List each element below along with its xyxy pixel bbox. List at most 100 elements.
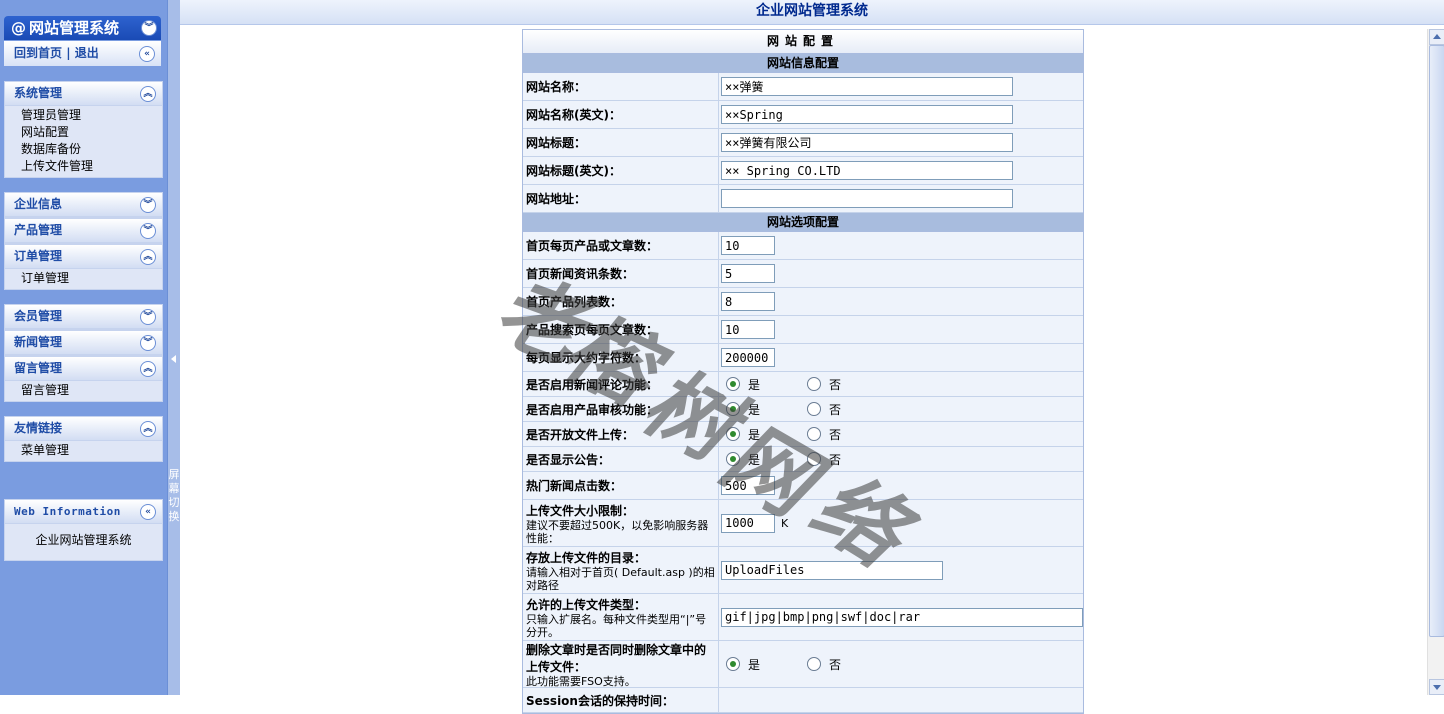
panel-header[interactable]: 企业信息 ︾ bbox=[5, 193, 162, 217]
separator: | bbox=[66, 46, 71, 60]
sidebar-item-admin[interactable]: 管理员管理 bbox=[5, 107, 162, 124]
radio-no[interactable] bbox=[807, 657, 822, 671]
radio-yes[interactable] bbox=[726, 657, 740, 671]
field-note: 此功能需要FSO支持。 bbox=[526, 674, 636, 688]
section-site-options: 网站选项配置 bbox=[523, 213, 1083, 232]
scroll-up-icon[interactable] bbox=[1429, 29, 1444, 45]
hot-clicks-input[interactable] bbox=[721, 476, 775, 495]
collapse-left-icon[interactable]: « bbox=[139, 46, 155, 62]
radio-label: 是 bbox=[748, 657, 761, 672]
field-note: 只输入扩展名。每种文件类型用“|”号分开。 bbox=[526, 612, 707, 639]
chevron-down-icon[interactable]: ︾ bbox=[140, 197, 156, 213]
chevron-down-icon[interactable]: ︾ bbox=[140, 309, 156, 325]
panel-company: 企业信息 ︾ bbox=[4, 192, 163, 218]
home-news-input[interactable] bbox=[721, 264, 775, 283]
row-site-title: 网站标题： bbox=[523, 129, 1083, 157]
radio-label: 是 bbox=[748, 452, 761, 467]
sidebar-item-messages[interactable]: 留言管理 bbox=[5, 382, 162, 399]
field-label: 网站名称(英文)： bbox=[526, 108, 621, 122]
chevron-down-icon[interactable]: ︾ bbox=[141, 20, 157, 36]
sidebar-item-site-config[interactable]: 网站配置 bbox=[5, 124, 162, 141]
panel-header[interactable]: 产品管理 ︾ bbox=[5, 219, 162, 243]
collapse-left-icon[interactable]: « bbox=[140, 504, 156, 520]
scroll-down-icon[interactable] bbox=[1429, 679, 1444, 695]
row-session: Session会话的保持时间： bbox=[523, 688, 1083, 713]
logout-link[interactable]: 退出 bbox=[75, 46, 99, 60]
field-label: 允许的上传文件类型： bbox=[526, 597, 647, 612]
site-name-input[interactable] bbox=[721, 77, 1013, 96]
radio-no[interactable] bbox=[807, 452, 822, 466]
home-products-input[interactable] bbox=[721, 292, 775, 311]
radio-no[interactable] bbox=[807, 427, 822, 441]
radio-label: 是 bbox=[748, 402, 761, 417]
chevron-down-icon[interactable]: ︾ bbox=[140, 223, 156, 239]
site-name-en-input[interactable] bbox=[721, 105, 1013, 124]
radio-label: 否 bbox=[829, 402, 842, 417]
chevron-up-icon[interactable]: ︽ bbox=[140, 361, 156, 377]
max-chars-input[interactable] bbox=[721, 348, 775, 367]
radio-label: 否 bbox=[829, 427, 842, 442]
site-config-form: 网站配置 网站信息配置 网站名称： 网站名称(英文)： 网站标题： 网站标题(英… bbox=[522, 29, 1084, 714]
upload-dir-input[interactable] bbox=[721, 560, 943, 580]
field-label: 每页显示大约字符数： bbox=[526, 351, 647, 365]
search-items-input[interactable] bbox=[721, 320, 775, 339]
system-title: @ 网站管理系统 ︾ bbox=[4, 16, 161, 40]
field-label: 是否启用新闻评论功能： bbox=[526, 377, 659, 392]
panel-header[interactable]: 新闻管理 ︾ bbox=[5, 331, 162, 355]
arrow-left-icon[interactable] bbox=[171, 355, 176, 363]
panel-header[interactable]: 系统管理 ︽ bbox=[5, 82, 162, 106]
upload-limit-input[interactable] bbox=[721, 513, 775, 533]
panel-web-info: Web Information « 企业网站管理系统 bbox=[4, 499, 163, 561]
scroll-thumb[interactable] bbox=[1429, 45, 1444, 637]
home-items-input[interactable] bbox=[721, 236, 775, 255]
radio-no[interactable] bbox=[807, 402, 822, 416]
sidebar-item-db-backup[interactable]: 数据库备份 bbox=[5, 141, 162, 158]
chevron-up-icon[interactable]: ︽ bbox=[140, 421, 156, 437]
vertical-scrollbar[interactable] bbox=[1427, 29, 1444, 695]
site-url-input[interactable] bbox=[721, 189, 1013, 208]
screen-toggle-label[interactable]: 屏幕切换 bbox=[168, 468, 180, 524]
home-link[interactable]: 回到首页 bbox=[14, 46, 62, 60]
row-search-items: 产品搜索页每页文章数： bbox=[523, 316, 1083, 344]
field-label: 网站地址： bbox=[526, 192, 587, 206]
sidebar-toggle-bar[interactable]: 屏幕切换 bbox=[167, 0, 180, 695]
field-label: 首页产品列表数： bbox=[526, 295, 623, 309]
sidebar-item-orders[interactable]: 订单管理 bbox=[5, 270, 162, 287]
radio-no[interactable] bbox=[807, 377, 822, 391]
radio-label: 否 bbox=[829, 377, 842, 392]
panel-header[interactable]: 留言管理 ︽ bbox=[5, 357, 162, 381]
allowed-types-input[interactable] bbox=[721, 607, 1083, 627]
site-title-en-input[interactable] bbox=[721, 161, 1013, 180]
field-label: Session会话的保持时间： bbox=[526, 693, 674, 708]
chevron-down-icon[interactable]: ︾ bbox=[140, 335, 156, 351]
panel-header[interactable]: 会员管理 ︾ bbox=[5, 305, 162, 329]
field-label: 热门新闻点击数： bbox=[526, 479, 623, 493]
row-site-url: 网站地址： bbox=[523, 185, 1083, 213]
chevron-up-icon[interactable]: ︽ bbox=[140, 86, 156, 102]
panel-products: 产品管理 ︾ bbox=[4, 218, 163, 244]
site-title-input[interactable] bbox=[721, 133, 1013, 152]
field-label: 首页每页产品或文章数： bbox=[526, 239, 659, 253]
sidebar-item-menu[interactable]: 菜单管理 bbox=[5, 442, 162, 459]
row-site-name: 网站名称： bbox=[523, 73, 1083, 101]
panel-header[interactable]: 订单管理 ︽ bbox=[5, 245, 162, 269]
at-logo-icon: @ bbox=[11, 19, 26, 37]
field-label: 产品搜索页每页文章数： bbox=[526, 323, 659, 337]
row-site-name-en: 网站名称(英文)： bbox=[523, 101, 1083, 129]
field-label: 网站标题(英文)： bbox=[526, 164, 621, 178]
sidebar-item-upload-files[interactable]: 上传文件管理 bbox=[5, 158, 162, 175]
radio-yes[interactable] bbox=[726, 377, 740, 391]
radio-yes[interactable] bbox=[726, 427, 740, 441]
row-home-items: 首页每页产品或文章数： bbox=[523, 232, 1083, 260]
radio-yes[interactable] bbox=[726, 402, 740, 416]
radio-label: 是 bbox=[748, 427, 761, 442]
panel-system: 系统管理 ︽ 管理员管理 网站配置 数据库备份 上传文件管理 bbox=[4, 81, 163, 178]
web-info-text: 企业网站管理系统 bbox=[35, 533, 132, 547]
panel-header[interactable]: Web Information « bbox=[5, 500, 162, 524]
page-title: 企业网站管理系统 bbox=[180, 0, 1444, 25]
panel-header[interactable]: 友情链接 ︽ bbox=[5, 417, 162, 441]
radio-yes[interactable] bbox=[726, 452, 740, 466]
section-site-info: 网站信息配置 bbox=[523, 54, 1083, 73]
field-label: 是否启用产品审核功能： bbox=[526, 402, 659, 417]
chevron-up-icon[interactable]: ︽ bbox=[140, 249, 156, 265]
